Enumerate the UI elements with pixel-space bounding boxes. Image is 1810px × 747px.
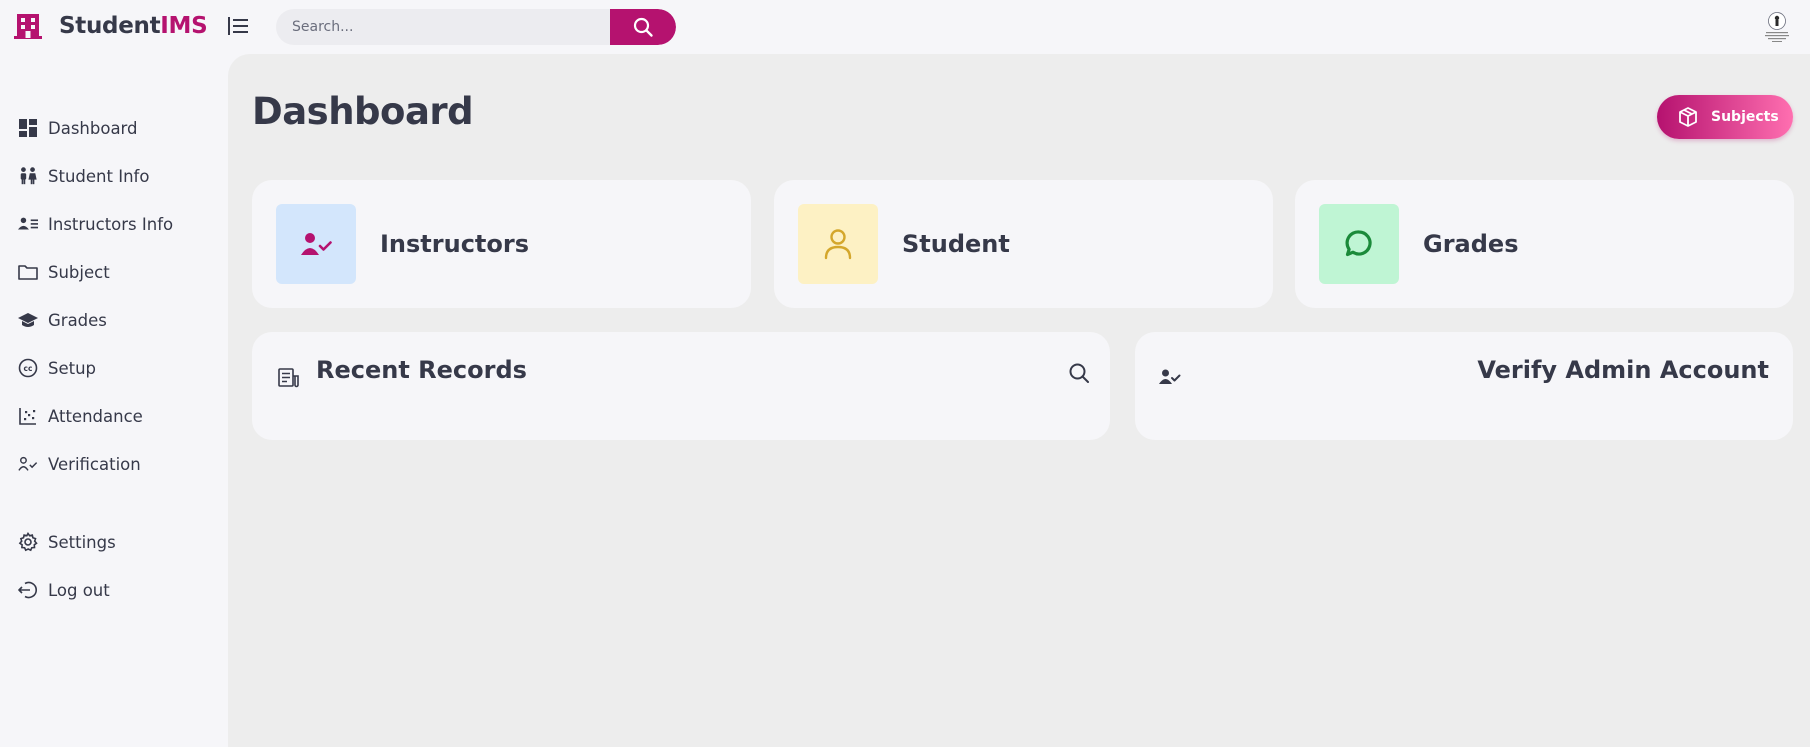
grades-card-label: Grades bbox=[1423, 230, 1519, 258]
instructors-card-label: Instructors bbox=[380, 230, 530, 258]
graduation-cap-icon bbox=[18, 313, 38, 327]
sidebar-item-label: Grades bbox=[48, 310, 107, 330]
instructors-card-icon-box bbox=[276, 204, 356, 284]
recent-records-title: Recent Records bbox=[316, 356, 527, 384]
person-check-icon bbox=[1159, 369, 1181, 384]
search-bar bbox=[276, 9, 676, 45]
subjects-button[interactable]: Subjects bbox=[1657, 95, 1793, 139]
logout-icon bbox=[18, 581, 38, 599]
search-button[interactable] bbox=[610, 9, 676, 45]
folder-icon bbox=[18, 265, 38, 280]
main-content: Dashboard Subjects Instructors Student G… bbox=[228, 54, 1810, 747]
sidebar-item-label: Dashboard bbox=[48, 118, 138, 138]
contacts-icon bbox=[18, 217, 38, 230]
sidebar-item-log-out[interactable]: Log out bbox=[18, 575, 218, 605]
scatter-chart-icon bbox=[19, 408, 36, 425]
building-icon bbox=[14, 14, 42, 39]
sidebar-item-label: Setup bbox=[48, 358, 97, 378]
verify-admin-card[interactable]: Verify Admin Account bbox=[1135, 332, 1793, 440]
sidebar-item-label: Settings bbox=[48, 532, 116, 552]
sidebar-item-subject[interactable]: Subject bbox=[18, 257, 218, 287]
grades-card[interactable]: Grades bbox=[1295, 180, 1794, 308]
sidebar-item-instructors-info[interactable]: Instructors Info bbox=[18, 209, 218, 239]
school-seal-avatar[interactable] bbox=[1762, 10, 1792, 44]
search-icon[interactable] bbox=[1068, 362, 1090, 384]
sidebar-item-student-info[interactable]: Student Info bbox=[18, 161, 218, 191]
student-card[interactable]: Student bbox=[774, 180, 1273, 308]
search-input[interactable] bbox=[276, 9, 610, 45]
instructors-card[interactable]: Instructors bbox=[252, 180, 751, 308]
sidebar-item-label: Attendance bbox=[48, 406, 143, 426]
sidebar-item-verification[interactable]: Verification bbox=[18, 449, 218, 479]
student-card-icon-box bbox=[798, 204, 878, 284]
subjects-button-label: Subjects bbox=[1711, 109, 1779, 125]
student-card-label: Student bbox=[902, 230, 1010, 258]
page-title: Dashboard bbox=[252, 90, 474, 133]
chat-bubble-icon bbox=[1345, 230, 1372, 257]
top-bar: StudentIMS bbox=[0, 0, 1810, 54]
person-icon bbox=[824, 229, 852, 260]
menu-toggle-icon[interactable] bbox=[225, 14, 251, 38]
brand[interactable]: StudentIMS bbox=[14, 11, 208, 41]
sidebar-item-settings[interactable]: Settings bbox=[18, 527, 218, 557]
sidebar-item-label: Verification bbox=[48, 454, 141, 474]
sidebar-item-attendance[interactable]: Attendance bbox=[18, 401, 218, 431]
dashboard-icon bbox=[19, 119, 37, 137]
verify-admin-title: Verify Admin Account bbox=[1477, 356, 1769, 384]
gear-icon bbox=[18, 532, 38, 552]
recent-records-card: Recent Records bbox=[252, 332, 1110, 440]
brand-name-part2: IMS bbox=[160, 13, 208, 39]
people-icon bbox=[20, 167, 37, 185]
svg-text:cc: cc bbox=[24, 364, 33, 373]
grades-card-icon-box bbox=[1319, 204, 1399, 284]
sidebar-item-grades[interactable]: Grades bbox=[18, 305, 218, 335]
person-check-icon bbox=[18, 456, 38, 471]
sidebar-item-label: Subject bbox=[48, 262, 110, 282]
cube-icon bbox=[1679, 107, 1697, 127]
sidebar-item-setup[interactable]: cc Setup bbox=[18, 353, 218, 383]
sidebar: Dashboard Student Info Instructors Info … bbox=[0, 54, 228, 747]
search-icon bbox=[633, 17, 653, 37]
sidebar-item-label: Log out bbox=[48, 580, 110, 600]
sidebar-item-label: Student Info bbox=[48, 166, 150, 186]
person-check-icon bbox=[301, 233, 332, 255]
brand-name-part1: Student bbox=[59, 13, 161, 39]
cc-icon: cc bbox=[18, 358, 38, 378]
brand-name: StudentIMS bbox=[59, 13, 208, 39]
receipt-icon bbox=[278, 368, 299, 388]
sidebar-item-dashboard[interactable]: Dashboard bbox=[18, 113, 218, 143]
sidebar-item-label: Instructors Info bbox=[48, 214, 174, 234]
